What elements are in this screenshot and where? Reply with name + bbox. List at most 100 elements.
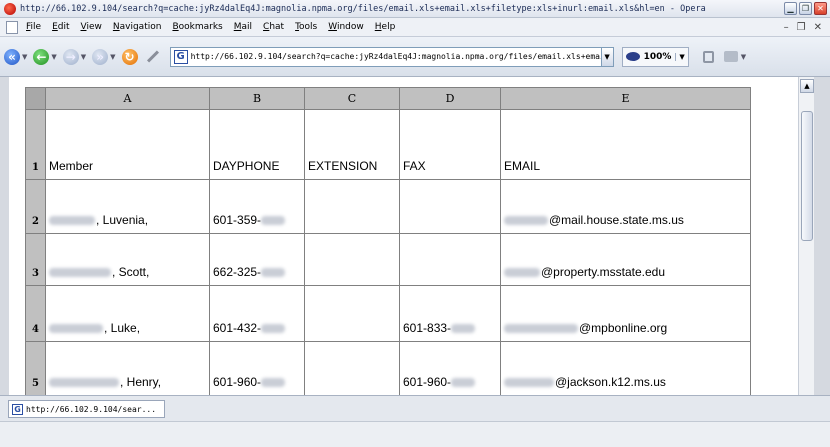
opera-logo-icon [4, 2, 16, 15]
table-row: 4 , Luke, 601-432- 601-833- @mpbonline.o… [25, 285, 751, 342]
camera-icon[interactable] [723, 51, 738, 62]
column-header: B [209, 87, 305, 110]
chevron-down-icon[interactable]: ▼ [741, 53, 746, 61]
table-row: 5 , Henry, 601-960- 601-960- @jackson.k1… [25, 341, 751, 395]
table-row: 3 , Scott, 662-325- @property.msstate.ed… [25, 233, 751, 286]
cell-text: , Luke, [104, 321, 141, 335]
row-number: 3 [25, 233, 46, 286]
scroll-up-icon[interactable]: ▲ [800, 79, 814, 93]
close-icon[interactable]: ✕ [814, 2, 827, 15]
row-number: 1 [25, 109, 46, 180]
close-icon[interactable]: ✕ [814, 22, 822, 33]
column-header: E [500, 87, 751, 110]
rewind-icon: « [4, 48, 20, 65]
cell-text: @jackson.k12.ms.us [555, 375, 666, 389]
table-row: 2 , Luvenia, 601-359- @mail.house.state.… [25, 179, 751, 234]
menu-help[interactable]: Help [375, 22, 396, 32]
zoom-control[interactable]: 100% ▼ [621, 46, 689, 67]
redacted-text [261, 216, 286, 226]
minimize-icon[interactable]: ▁ [784, 2, 797, 15]
reload-button[interactable]: ↻ [121, 48, 138, 65]
cell-email: @jackson.k12.ms.us [500, 341, 751, 395]
edit-pencil-icon[interactable] [146, 50, 159, 63]
window-controls: ▁ ❐ ✕ [784, 2, 827, 15]
menu-chat[interactable]: Chat [263, 22, 284, 32]
cell-email: EMAIL [500, 109, 751, 180]
cell-text: , Luvenia, [96, 213, 149, 227]
row-number: 5 [25, 341, 46, 395]
redacted-text [504, 268, 540, 278]
cell-dayphone: 601-960- [209, 341, 305, 395]
menu-navigation[interactable]: Navigation [113, 22, 162, 32]
column-header: C [304, 87, 400, 110]
forward-button[interactable]: → ▼ [62, 48, 86, 65]
sheet-corner [25, 87, 46, 110]
menu-edit[interactable]: Edit [52, 22, 69, 32]
cell-fax: 601-833- [399, 285, 501, 342]
redacted-text [451, 324, 476, 334]
redacted-text [49, 268, 111, 278]
forward-arrow-icon: → [62, 48, 79, 65]
menu-view[interactable]: View [81, 22, 102, 32]
rewind-button[interactable]: «▼ [4, 48, 27, 65]
table-row: 1 Member DAYPHONE EXTENSION FAX EMAIL [25, 109, 751, 180]
menu-mail[interactable]: Mail [234, 22, 252, 32]
status-bar [0, 421, 830, 447]
address-input[interactable]: http://66.102.9.104/search?q=cache:jyRz4… [191, 52, 601, 61]
cell-text: , Scott, [112, 265, 150, 279]
restore-icon[interactable]: ❐ [797, 22, 806, 33]
zoom-dropdown-icon[interactable]: ▼ [675, 52, 685, 61]
title-bar: http://66.102.9.104/search?q=cache:jyRz4… [0, 0, 830, 18]
cell-text: 601-432- [213, 321, 262, 335]
cell-text: @property.msstate.edu [541, 265, 666, 279]
address-bar[interactable]: G http://66.102.9.104/search?q=cache:jyR… [169, 46, 614, 67]
cell-email: @mail.house.state.ms.us [500, 179, 751, 234]
menu-bookmarks[interactable]: Bookmarks [172, 22, 222, 32]
redacted-text [504, 324, 578, 334]
restore-icon[interactable]: ❐ [799, 2, 812, 15]
cell-extension [304, 179, 400, 234]
menu-bar: File Edit View Navigation Bookmarks Mail… [0, 18, 830, 37]
menu-window[interactable]: Window [328, 22, 364, 32]
chevron-down-icon[interactable]: ▼ [22, 53, 27, 61]
cell-text: @mpbonline.org [579, 321, 668, 335]
row-number: 2 [25, 179, 46, 234]
page-content: A B C D E 1 Member DAYPHONE EXTENSION FA… [9, 77, 814, 395]
lock-icon[interactable] [702, 50, 714, 63]
minimize-icon[interactable]: – [784, 22, 789, 33]
cell-dayphone: DAYPHONE [209, 109, 305, 180]
page-menu-icon[interactable] [6, 20, 18, 34]
cell-email: @mpbonline.org [500, 285, 751, 342]
cell-email: @property.msstate.edu [500, 233, 751, 286]
back-button[interactable]: ← ▼ [33, 48, 57, 65]
tab-bar: G http://66.102.9.104/sear... [0, 395, 830, 421]
google-favicon-icon: G [173, 49, 188, 64]
cell-member: , Scott, [45, 233, 210, 286]
chevron-down-icon[interactable]: ▼ [51, 53, 56, 61]
cell-extension [304, 233, 400, 286]
redacted-text [451, 378, 476, 388]
reload-icon: ↻ [121, 48, 138, 65]
vertical-scrollbar[interactable]: ▲ [798, 77, 814, 395]
address-dropdown-icon[interactable]: ▼ [600, 47, 613, 66]
cell-text: 601-960- [213, 375, 262, 389]
scrollbar-thumb[interactable] [801, 111, 813, 241]
chevron-down-icon[interactable]: ▼ [81, 53, 86, 61]
redacted-text [261, 268, 286, 278]
redacted-text [261, 324, 286, 334]
cell-text: 601-833- [403, 321, 452, 335]
view-eye-icon [625, 52, 640, 61]
redacted-text [49, 378, 119, 388]
cell-fax: 601-960- [399, 341, 501, 395]
chevron-down-icon[interactable]: ▼ [110, 53, 115, 61]
menu-tools[interactable]: Tools [295, 22, 317, 32]
menu-file[interactable]: File [26, 22, 41, 32]
column-header: D [399, 87, 501, 110]
cell-extension: EXTENSION [304, 109, 400, 180]
menu-window-controls: – ❐ ✕ [784, 22, 822, 33]
fast-forward-button[interactable]: » ▼ [92, 48, 116, 65]
row-number: 4 [25, 285, 46, 342]
cell-fax [399, 233, 501, 286]
tab-title: http://66.102.9.104/sear... [26, 404, 157, 414]
tab-active[interactable]: G http://66.102.9.104/sear... [8, 400, 165, 418]
